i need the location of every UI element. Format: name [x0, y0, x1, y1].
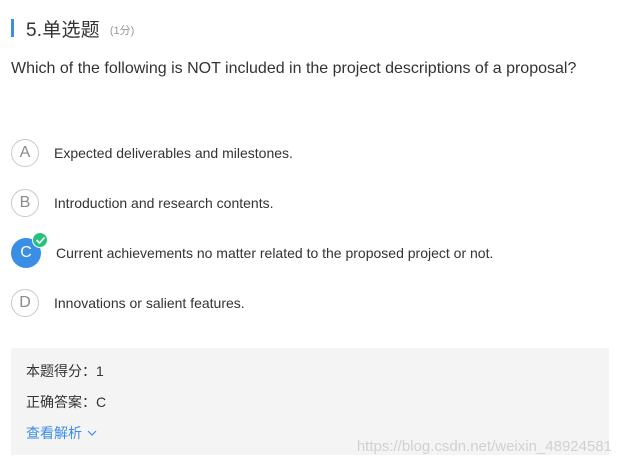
score-row: 本题得分：1 [26, 361, 594, 381]
option-d[interactable]: D Innovations or salient features. [11, 288, 493, 318]
option-d-text: Innovations or salient features. [54, 295, 245, 311]
accent-bar [11, 19, 14, 37]
answer-row: 正确答案：C [26, 392, 594, 412]
question-score: (1分) [109, 24, 135, 37]
option-d-circle: D [11, 289, 39, 317]
option-a[interactable]: A Expected deliverables and milestones. [11, 138, 493, 168]
option-b-text: Introduction and research contents. [54, 195, 274, 211]
question-text: Which of the following is NOT included i… [11, 60, 577, 77]
option-a-circle: A [11, 139, 39, 167]
answer-label: 正确答案： [26, 394, 96, 410]
view-analysis-label: 查看解析 [26, 425, 82, 441]
option-b-circle: B [11, 189, 39, 217]
option-c-circle: C [11, 232, 48, 268]
option-c[interactable]: C Current achievements no matter related… [11, 232, 494, 268]
chevron-down-icon [87, 430, 97, 436]
option-a-text: Expected deliverables and milestones. [54, 145, 293, 161]
watermark: https://blog.csdn.net/weixin_48924581 [356, 438, 612, 455]
score-label: 本题得分： [26, 363, 96, 379]
option-b[interactable]: B Introduction and research contents. [11, 188, 493, 218]
correct-check-icon [32, 232, 48, 248]
quiz-page: 5.单选题 (1分) Which of the following is NOT… [0, 0, 621, 463]
question-header: 5.单选题 (1分) [11, 17, 135, 41]
view-analysis-link[interactable]: 查看解析 [26, 423, 97, 443]
question-number-title: 5.单选题 [26, 19, 100, 41]
option-c-text: Current achievements no matter related t… [56, 245, 494, 261]
option-c-letter: C [20, 244, 32, 261]
option-list: A Expected deliverables and milestones. … [11, 138, 493, 338]
answer-value: C [96, 394, 107, 410]
score-value: 1 [96, 363, 104, 379]
